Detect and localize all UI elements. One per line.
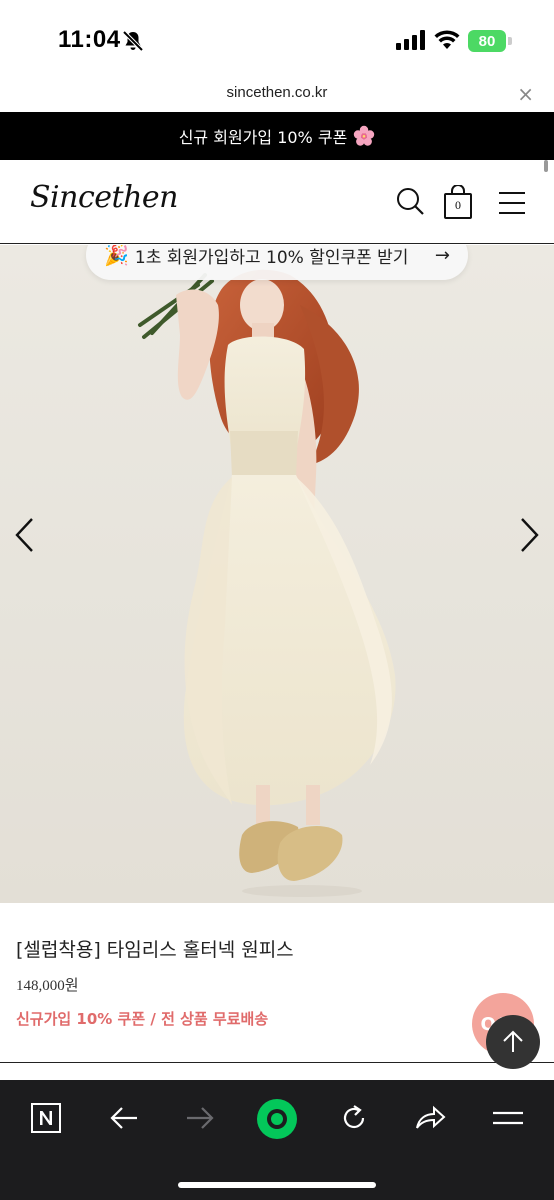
scroll-to-top-button[interactable]	[486, 1015, 540, 1069]
forward-button[interactable]	[180, 1098, 220, 1138]
product-price: 148,000원	[16, 978, 79, 994]
refresh-button[interactable]	[334, 1098, 374, 1138]
url-text[interactable]: sincethen.co.kr	[0, 84, 554, 101]
home-indicator[interactable]	[178, 1182, 376, 1188]
cherry-blossom-icon	[354, 125, 375, 146]
search-icon[interactable]	[395, 186, 425, 216]
status-time: 11:04	[58, 26, 121, 53]
battery-level: 80	[468, 30, 506, 52]
arrow-up-icon	[503, 1030, 523, 1052]
promo-banner-text: 신규 회원가입 10% 쿠폰	[178, 128, 348, 147]
chevron-right-icon[interactable]	[516, 515, 542, 555]
green-dot-button[interactable]	[256, 1098, 298, 1140]
product-image-carousel[interactable]: 🎉 1초 회원가입하고 10% 할인쿠폰 받기 →	[0, 245, 554, 903]
product-title: [셀럽착용] 타임리스 홀터넥 원피스	[16, 939, 294, 961]
product-info: [셀럽착용] 타임리스 홀터넥 원피스 148,000원 신규가입 10% 쿠폰…	[0, 903, 554, 1069]
signup-promo-banner[interactable]: 신규 회원가입 10% 쿠폰	[0, 112, 554, 160]
hamburger-menu-icon[interactable]	[497, 190, 527, 216]
naver-n-icon	[31, 1103, 61, 1133]
cart-button[interactable]: 0	[443, 184, 473, 219]
arrow-left-icon	[110, 1107, 137, 1129]
cart-count: 0	[455, 198, 461, 212]
site-header: Sincethen 0	[0, 160, 554, 244]
page-scroll-indicator	[544, 160, 548, 172]
wifi-icon	[434, 30, 460, 49]
green-dot-icon	[257, 1099, 297, 1139]
chevron-left-icon[interactable]	[12, 515, 38, 555]
arrow-right-icon: →	[434, 245, 450, 266]
hamburger-menu-icon	[493, 1111, 523, 1125]
share-icon	[416, 1105, 446, 1129]
product-promo-text: 신규가입 10% 쿠폰 / 전 상품 무료배송	[16, 1010, 269, 1028]
naver-home-button[interactable]	[26, 1098, 66, 1138]
back-button[interactable]	[104, 1098, 144, 1138]
battery-tip	[508, 37, 512, 45]
bell-off-icon	[122, 30, 144, 52]
refresh-icon	[343, 1105, 365, 1129]
browser-url-bar[interactable]: sincethen.co.kr ×	[0, 80, 554, 112]
arrow-right-icon	[187, 1107, 214, 1129]
product-photo	[138, 269, 396, 897]
battery-indicator: 80	[468, 30, 512, 52]
menu-button[interactable]	[488, 1098, 528, 1138]
signal-icon	[396, 30, 425, 50]
coupon-text: 1초 회원가입하고 10% 할인쿠폰 받기	[134, 247, 409, 268]
signup-coupon-button[interactable]: 🎉 1초 회원가입하고 10% 할인쿠폰 받기 →	[86, 245, 468, 280]
status-bar: 11:04 80	[0, 0, 554, 80]
close-icon[interactable]: ×	[517, 82, 534, 106]
site-logo[interactable]: Sincethen	[30, 180, 178, 215]
party-popper-icon: 🎉	[104, 245, 129, 267]
share-button[interactable]	[410, 1098, 450, 1138]
